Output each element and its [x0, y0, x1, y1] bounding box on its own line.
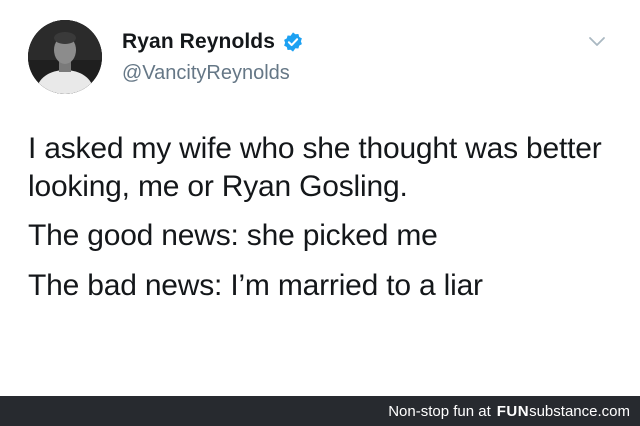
author-name[interactable]: Ryan Reynolds	[122, 30, 275, 54]
tweet-paragraph: The bad news: I’m married to a liar	[28, 268, 483, 302]
tweet-paragraph: The good news: she picked me	[28, 219, 438, 252]
tweet-paragraph: I asked my wife who she thought was bett…	[28, 132, 602, 203]
brand-fun-text: FUN	[496, 402, 530, 420]
verified-badge-icon	[282, 31, 304, 53]
tweet-text: I asked my wife who she thought was bett…	[28, 130, 618, 316]
tweet-card: Ryan Reynolds @VancityReynolds I asked m…	[0, 0, 640, 396]
brand-tld-text: .com	[597, 402, 630, 420]
avatar-image	[28, 20, 102, 94]
author-handle[interactable]: @VancityReynolds	[122, 62, 290, 85]
tweet-menu-button[interactable]	[584, 30, 610, 54]
brand-substance-text: substance	[529, 402, 598, 420]
avatar[interactable]	[28, 20, 102, 94]
chevron-down-icon	[589, 37, 605, 46]
footer-brand-logo[interactable]: FUNsubstance.com	[497, 403, 630, 420]
author-name-row: Ryan Reynolds	[122, 30, 304, 54]
footer-credit: Non-stop fun at	[388, 402, 491, 420]
site-footer-banner: Non-stop fun at FUNsubstance.com	[0, 396, 640, 426]
